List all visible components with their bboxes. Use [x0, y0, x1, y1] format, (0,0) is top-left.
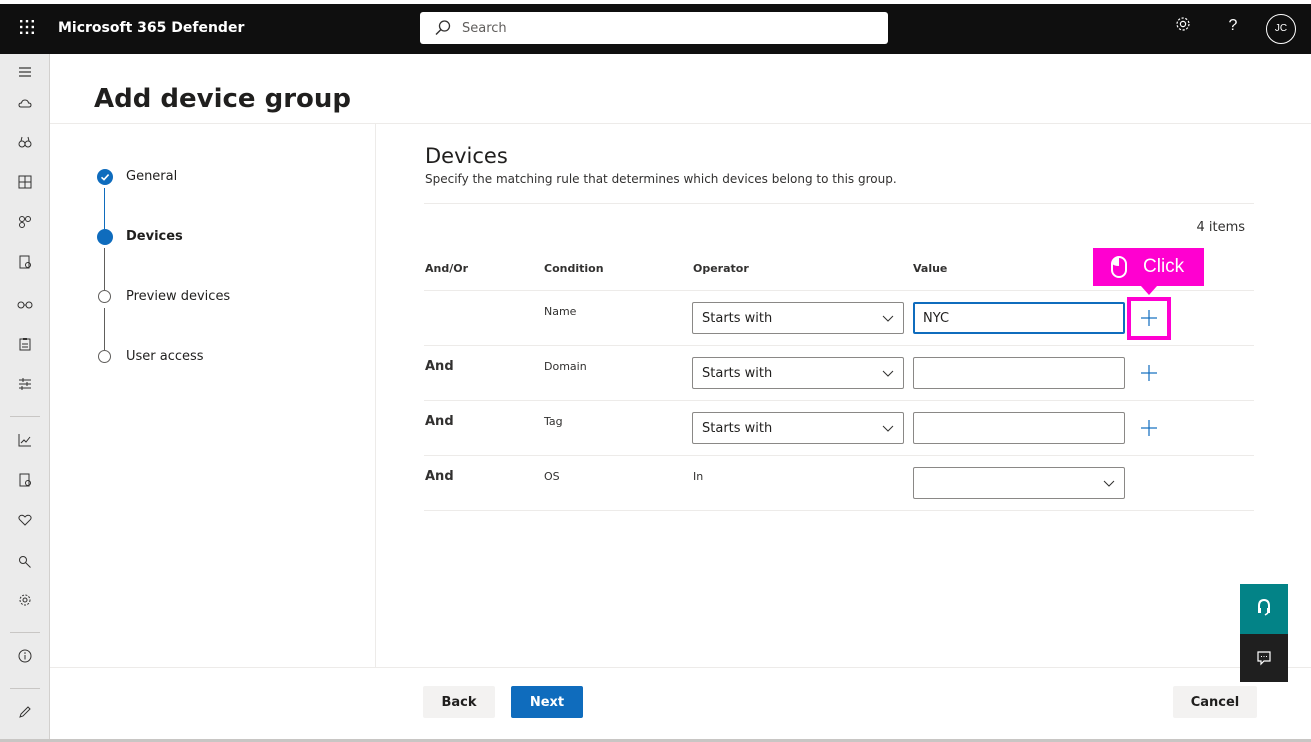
- headset-icon: [1258, 598, 1270, 616]
- os-value-select[interactable]: [913, 467, 1125, 499]
- section-title: Devices: [425, 144, 508, 168]
- panel-divider: [375, 124, 376, 668]
- step-connector: [104, 188, 105, 230]
- step-label: General: [126, 169, 178, 184]
- operator-label: In: [693, 470, 704, 483]
- andor-label: And: [425, 469, 454, 484]
- gear-icon[interactable]: [1172, 15, 1194, 37]
- add-condition-button[interactable]: [1137, 361, 1161, 385]
- click-callout: Click: [1093, 248, 1204, 286]
- operator-select[interactable]: Starts with: [692, 357, 904, 389]
- condition-label: Name: [544, 305, 577, 318]
- condition-label: Tag: [544, 415, 563, 428]
- search-input[interactable]: [462, 12, 862, 44]
- left-nav: [0, 54, 50, 742]
- step-label: Preview devices: [126, 289, 231, 304]
- report2-icon[interactable]: [15, 472, 35, 492]
- back-button[interactable]: Back: [423, 686, 495, 718]
- support-button[interactable]: [1240, 584, 1288, 634]
- operator-value: Starts with: [702, 366, 773, 381]
- operator-value: Starts with: [702, 311, 773, 326]
- pending-step-icon: [98, 290, 111, 303]
- cancel-button[interactable]: Cancel: [1173, 686, 1257, 718]
- section-divider: [424, 203, 1254, 204]
- column-header-andor: And/Or: [425, 262, 469, 275]
- step-label: User access: [126, 349, 204, 364]
- app-title[interactable]: Microsoft 365 Defender: [58, 20, 244, 36]
- add-condition-button[interactable]: [1137, 416, 1161, 440]
- incidents-icon[interactable]: [15, 214, 35, 234]
- chevron-down-icon: [882, 315, 894, 322]
- help-icon[interactable]: ?: [1222, 15, 1244, 37]
- andor-label: And: [425, 359, 454, 374]
- dashboard-icon[interactable]: [15, 174, 35, 194]
- row-divider: [424, 400, 1254, 401]
- row-divider: [424, 455, 1254, 456]
- report-icon[interactable]: [15, 254, 35, 274]
- pending-step-icon: [98, 350, 111, 363]
- row-divider: [424, 345, 1254, 346]
- page-title: Add device group: [94, 84, 352, 114]
- plus-icon: [1141, 365, 1157, 381]
- binoculars-icon[interactable]: [15, 134, 35, 154]
- avatar[interactable]: JC: [1266, 14, 1296, 44]
- chat-icon: [1257, 651, 1271, 666]
- chevron-down-icon: [882, 370, 894, 377]
- click-callout-label: Click: [1143, 256, 1185, 277]
- step-connector: [104, 308, 105, 350]
- search-box[interactable]: [420, 12, 888, 44]
- operator-select[interactable]: Starts with: [692, 412, 904, 444]
- top-bar: Microsoft 365 Defender ? JC: [0, 0, 1311, 54]
- mouse-icon: [1111, 256, 1127, 278]
- value-input[interactable]: [913, 412, 1125, 444]
- clipboard-icon[interactable]: [15, 336, 35, 356]
- value-input[interactable]: [913, 357, 1125, 389]
- search-people-icon[interactable]: [15, 554, 35, 574]
- header-divider: [50, 123, 1311, 124]
- glasses-icon[interactable]: [15, 296, 35, 316]
- settings-icon[interactable]: [15, 592, 35, 612]
- edit-icon[interactable]: [15, 704, 35, 724]
- info-icon[interactable]: [15, 648, 35, 668]
- section-description: Specify the matching rule that determine…: [425, 172, 897, 186]
- cloud-icon[interactable]: [15, 96, 35, 116]
- row-divider: [424, 510, 1254, 511]
- step-connector: [104, 248, 105, 290]
- value-input[interactable]: [913, 302, 1125, 334]
- row-divider: [424, 290, 1254, 291]
- health-icon[interactable]: [15, 512, 35, 532]
- current-step-icon: [97, 229, 113, 245]
- hamburger-icon[interactable]: [15, 64, 35, 84]
- sliders-icon[interactable]: [15, 376, 35, 396]
- chevron-down-icon: [1103, 480, 1115, 487]
- footer-divider: [50, 667, 1311, 668]
- next-button[interactable]: Next: [511, 686, 583, 718]
- items-count: 4 items: [1196, 220, 1245, 235]
- search-icon: [435, 20, 451, 35]
- operator-select[interactable]: Starts with: [692, 302, 904, 334]
- column-header-condition: Condition: [544, 262, 604, 275]
- chart-icon[interactable]: [15, 432, 35, 452]
- condition-label: OS: [544, 470, 560, 483]
- feedback-button[interactable]: [1240, 634, 1288, 682]
- click-highlight-box: [1127, 297, 1171, 340]
- plus-icon: [1141, 420, 1157, 436]
- step-label: Devices: [126, 229, 183, 244]
- waffle-icon[interactable]: [18, 18, 36, 36]
- checkmark-icon: [97, 169, 113, 185]
- operator-value: Starts with: [702, 421, 773, 436]
- chevron-down-icon: [882, 425, 894, 432]
- condition-label: Domain: [544, 360, 587, 373]
- column-header-value: Value: [913, 262, 948, 275]
- click-callout-pointer: [1141, 286, 1157, 295]
- andor-label: And: [425, 414, 454, 429]
- column-header-operator: Operator: [693, 262, 749, 275]
